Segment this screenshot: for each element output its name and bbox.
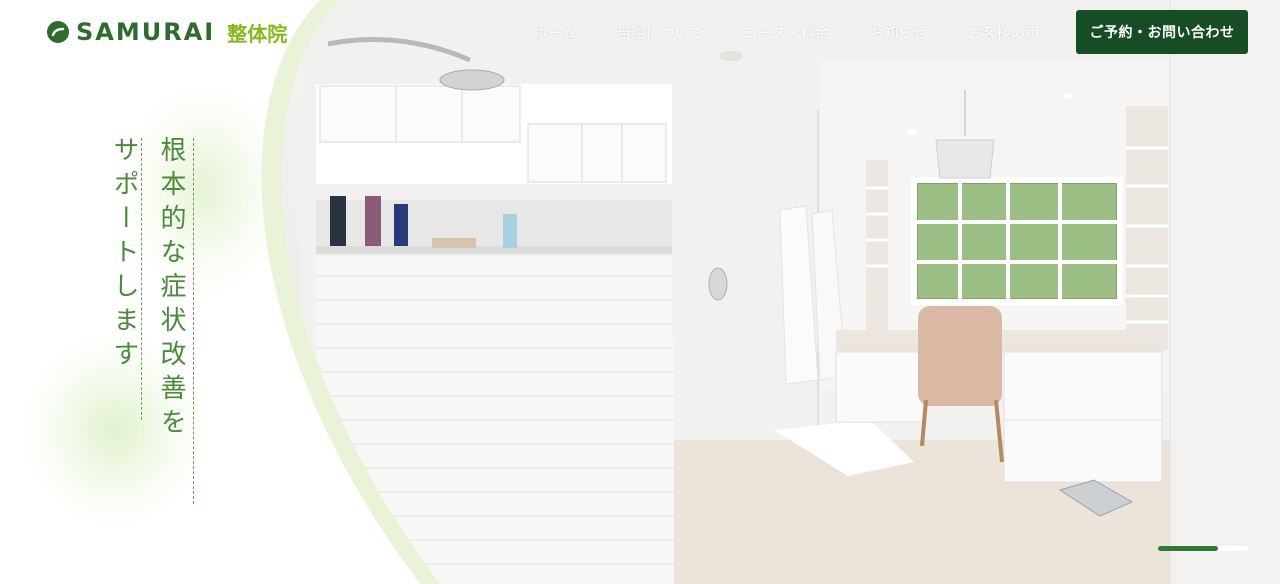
hero-catch-line1: 根本的な症状改善を (156, 136, 186, 442)
hero-catch-line2: サポートします (109, 136, 139, 374)
nav-voices[interactable]: お客様の声 (968, 23, 1041, 43)
main-nav: ホーム 当院について コース・料金 お知らせ お客様の声 (534, 23, 1040, 43)
nav-home[interactable]: ホーム (534, 23, 577, 43)
logo-subtitle: 整体院 (227, 21, 288, 46)
logo-name: SAMURAI (76, 18, 216, 46)
nav-courses[interactable]: コース・料金 (743, 23, 829, 43)
slider-active-bar (1158, 546, 1218, 551)
decor-glow (120, 80, 290, 300)
reservation-button[interactable]: ご予約・お問い合わせ (1076, 10, 1248, 54)
site-logo[interactable]: SAMURAI 整体院 (46, 18, 287, 46)
slider-indicator[interactable] (1158, 546, 1248, 551)
nav-news[interactable]: お知らせ (870, 23, 928, 43)
samurai-logo-icon (47, 21, 69, 43)
decor-dashed-line (193, 138, 194, 504)
nav-about[interactable]: 当院について (617, 23, 704, 43)
